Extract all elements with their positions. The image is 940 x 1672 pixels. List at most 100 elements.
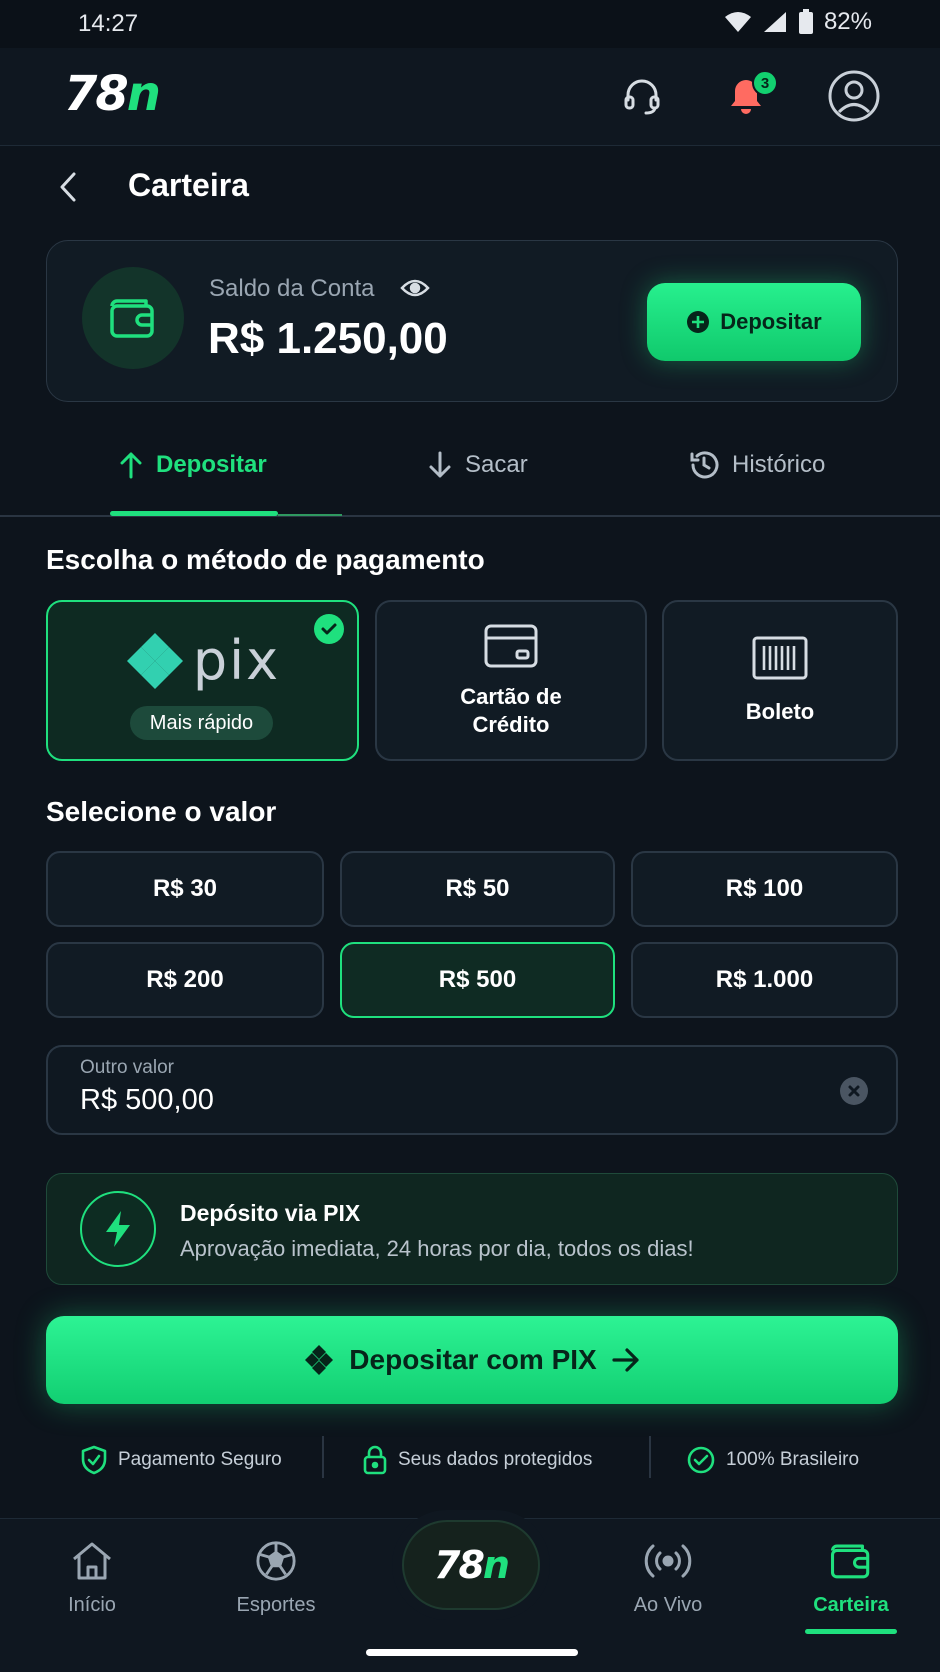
barcode-icon [752,636,808,679]
amount-option-30[interactable]: R$ 30 [46,851,324,927]
logo-letter: n [482,1543,510,1587]
eye-icon [400,279,430,297]
amount-option-200[interactable]: R$ 200 [46,942,324,1018]
check-icon [321,623,337,635]
chevron-left-icon [60,172,76,202]
live-broadcast-icon [644,1544,692,1578]
nav-label: Esportes [236,1594,316,1616]
balance-label: Saldo da Conta [209,275,375,302]
lightning-icon [106,1211,130,1247]
logo-letter: n [126,66,161,122]
pix-info-title: Depósito via PIX [180,1200,361,1226]
logo-number: 78 [434,1543,485,1587]
wallet-icon [830,1544,870,1579]
home-icon [73,1542,111,1580]
wallet-badge [82,267,184,369]
wallet-icon [110,299,154,338]
nav-label: Carteira [813,1594,889,1616]
clear-amount-button[interactable] [840,1077,868,1105]
app-logo[interactable]: 78n [64,66,161,122]
payment-method-boleto[interactable]: Boleto [662,600,898,761]
select-amount-title: Selecione o valor [46,796,277,827]
trust-divider [649,1436,651,1478]
deposit-with-pix-label: Depositar com PIX [349,1344,597,1375]
pix-info-card [46,1173,898,1285]
credit-card-icon [484,624,538,667]
amount-option-100[interactable]: R$ 100 [631,851,898,927]
arrow-down-icon [429,451,451,478]
tab-label: Depositar [156,451,267,478]
check-circle-icon [687,1446,715,1474]
other-amount-input[interactable]: R$ 500,00 [80,1084,214,1117]
home-indicator [366,1649,578,1656]
amount-option-50[interactable]: R$ 50 [340,851,615,927]
nav-label: Ao Vivo [633,1594,703,1616]
trust-data-protected: Seus dados protegidos [362,1440,592,1480]
payment-method-title: Escolha o método de pagamento [46,544,485,575]
payment-method-credit-card[interactable]: Cartão de Crédito [375,600,647,761]
deposit-with-pix-button[interactable]: Depositar com PIX [46,1316,898,1404]
tab-label: Histórico [732,451,826,478]
deposit-button-label: Depositar [720,309,822,334]
trust-label: Pagamento Seguro [118,1449,282,1470]
pix-diamond-icon [126,632,183,689]
tab-depositar[interactable]: Depositar [118,430,267,500]
amount-option-500[interactable]: R$ 500 [340,942,615,1018]
pix-fastest-tag: Mais rápido [130,706,273,740]
battery-percent: 82% [823,8,872,35]
signal-icon [763,12,786,32]
notification-badge: 3 [752,70,778,96]
shield-check-icon [81,1445,107,1475]
support-button[interactable] [616,70,668,122]
nav-item-esportes[interactable]: Esportes [206,1540,346,1617]
wifi-icon [724,12,751,32]
user-avatar-icon [828,70,880,122]
active-tab-indicator [110,511,278,516]
nav-item-carteira[interactable]: Carteira [781,1540,921,1617]
nav-item-inicio[interactable]: Início [22,1540,162,1617]
lightning-badge [80,1191,156,1267]
tab-label: Sacar [465,451,528,478]
credit-card-label: Cartão de Crédito [460,683,561,739]
active-tab-indicator-tail [278,514,342,516]
tab-sacar[interactable]: Sacar [427,430,528,500]
toggle-balance-visibility[interactable] [400,276,430,305]
plus-circle-icon [687,311,710,333]
pix-logo: pix [125,629,280,692]
arrow-right-icon [612,1348,639,1372]
boleto-label: Boleto [745,698,815,724]
arrow-up-icon [120,452,142,479]
battery-icon [798,9,813,34]
pix-diamond-icon [305,1345,334,1375]
trust-label: 100% Brasileiro [726,1449,860,1470]
center-logo-text: 78n [434,1543,510,1587]
selected-check-badge [314,614,344,644]
lock-icon [363,1445,387,1475]
logo-number: 78 [64,66,129,122]
history-clock-icon [690,451,719,479]
trust-secure-payment: Pagamento Seguro [80,1440,282,1480]
tab-historico[interactable]: Histórico [688,430,825,500]
back-button[interactable] [56,170,82,209]
credit-card-label-line1: Cartão de [460,683,562,709]
amount-option-1000[interactable]: R$ 1.000 [631,942,898,1018]
deposit-button[interactable]: Depositar [647,283,861,361]
credit-card-label-line2: Crédito [472,711,550,737]
headset-icon [624,79,660,115]
close-icon [848,1085,860,1097]
nav-item-ao-vivo[interactable]: Ao Vivo [598,1540,738,1617]
trust-label: Seus dados protegidos [398,1449,593,1470]
status-icons: 82% [724,8,872,36]
trust-brazilian: 100% Brasileiro [686,1440,859,1480]
nav-label: Início [68,1594,116,1616]
trust-divider [322,1436,324,1478]
balance-value: R$ 1.250,00 [208,314,448,363]
other-amount-label: Outro valor [80,1057,174,1078]
pix-wordmark: pix [192,629,281,692]
pix-info-subtitle: Aprovação imediata, 24 horas por dia, to… [180,1236,694,1261]
profile-button[interactable] [826,68,882,124]
page-title: Carteira [128,167,249,203]
status-time: 14:27 [78,10,139,37]
nav-center-logo[interactable]: 78n [402,1520,540,1610]
soccer-ball-icon [256,1541,296,1581]
